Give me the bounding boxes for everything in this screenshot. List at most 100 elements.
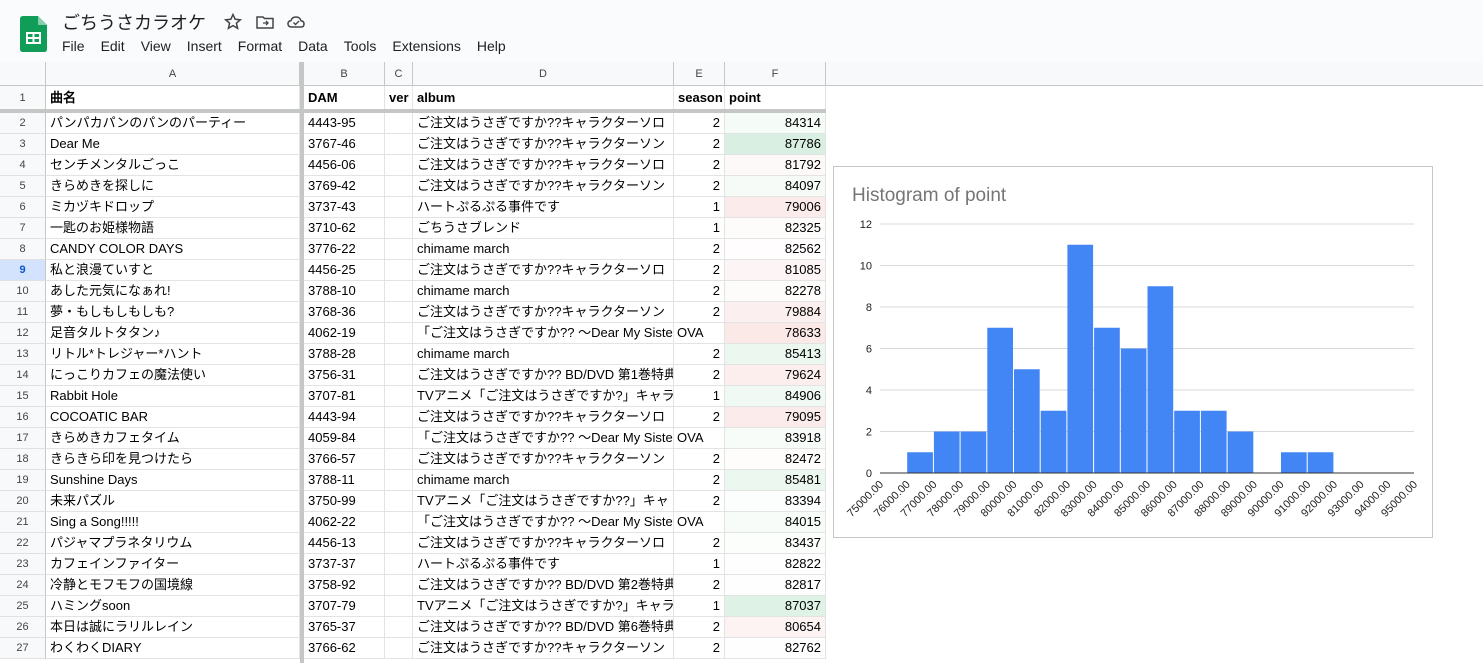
- row-header[interactable]: 26: [0, 617, 46, 638]
- cell-album[interactable]: ご注文はうさぎですか??キャラクターソン: [413, 134, 674, 155]
- cell-dam[interactable]: 3707-81: [304, 386, 385, 407]
- row-header[interactable]: 12: [0, 323, 46, 344]
- cell-album[interactable]: chimame march: [413, 470, 674, 491]
- cell-dam[interactable]: 3756-31: [304, 365, 385, 386]
- cell-title[interactable]: ハミングsoon: [46, 596, 300, 617]
- menu-format[interactable]: Format: [230, 36, 290, 58]
- cell-album[interactable]: ハートぷるぷる事件です: [413, 554, 674, 575]
- cell-season[interactable]: 2: [674, 365, 725, 386]
- row-header[interactable]: 17: [0, 428, 46, 449]
- column-header-b[interactable]: B: [304, 62, 385, 86]
- cell-title[interactable]: リトル*トレジャー*ハント: [46, 344, 300, 365]
- cell-season[interactable]: 2: [674, 176, 725, 197]
- column-header-c[interactable]: C: [385, 62, 413, 86]
- menu-help[interactable]: Help: [469, 36, 514, 58]
- cell-point[interactable]: 82562: [725, 239, 826, 260]
- cell-dam[interactable]: 3767-46: [304, 134, 385, 155]
- row-header[interactable]: 7: [0, 218, 46, 239]
- cell-title[interactable]: 足音タルトタタン♪: [46, 323, 300, 344]
- cell-ver[interactable]: [385, 344, 413, 365]
- cell-album[interactable]: 「ご注文はうさぎですか?? ～Dear My Siste: [413, 323, 674, 344]
- cell-dam[interactable]: 3766-57: [304, 449, 385, 470]
- cell-album[interactable]: 「ご注文はうさぎですか?? ～Dear My Siste: [413, 512, 674, 533]
- cell-season[interactable]: 2: [674, 113, 725, 134]
- row-header[interactable]: 19: [0, 470, 46, 491]
- cell-point[interactable]: 82817: [725, 575, 826, 596]
- cell-album[interactable]: ご注文はうさぎですか??キャラクターソン: [413, 638, 674, 659]
- cell-season[interactable]: 2: [674, 638, 725, 659]
- cell-ver[interactable]: [385, 176, 413, 197]
- column-header-d[interactable]: D: [413, 62, 674, 86]
- cell-album[interactable]: ご注文はうさぎですか??キャラクターソン: [413, 176, 674, 197]
- row-header[interactable]: 1: [0, 86, 46, 110]
- cell-ver[interactable]: [385, 218, 413, 239]
- cell-dam[interactable]: 4062-19: [304, 323, 385, 344]
- cell-album[interactable]: chimame march: [413, 239, 674, 260]
- cell-point[interactable]: 81085: [725, 260, 826, 281]
- row-header[interactable]: 6: [0, 197, 46, 218]
- cell-title[interactable]: CANDY COLOR DAYS: [46, 239, 300, 260]
- cell-ver[interactable]: [385, 470, 413, 491]
- histogram-chart[interactable]: Histogram of point 0 2 4 6 8 10 12 75000.00 7600…: [833, 166, 1433, 538]
- cell-season[interactable]: 2: [674, 281, 725, 302]
- cell-dam[interactable]: 3768-36: [304, 302, 385, 323]
- cell-point[interactable]: 82822: [725, 554, 826, 575]
- column-header-a[interactable]: A: [46, 62, 300, 86]
- row-header[interactable]: 27: [0, 638, 46, 659]
- row-header[interactable]: 2: [0, 113, 46, 134]
- cell-dam[interactable]: 3758-92: [304, 575, 385, 596]
- cell-dam[interactable]: 3737-43: [304, 197, 385, 218]
- cell-ver[interactable]: [385, 323, 413, 344]
- cell-point[interactable]: 79006: [725, 197, 826, 218]
- cell-point[interactable]: 78633: [725, 323, 826, 344]
- cell-season[interactable]: OVA: [674, 323, 725, 344]
- row-header[interactable]: 18: [0, 449, 46, 470]
- cell-dam[interactable]: 3737-37: [304, 554, 385, 575]
- cell-title[interactable]: 夢・もしもしもしも?: [46, 302, 300, 323]
- cell-point[interactable]: 84314: [725, 113, 826, 134]
- row-header[interactable]: 3: [0, 134, 46, 155]
- cell-ver[interactable]: [385, 197, 413, 218]
- cell-dam[interactable]: 4443-95: [304, 113, 385, 134]
- frozen-row-divider[interactable]: [0, 109, 826, 113]
- cell-title[interactable]: Rabbit Hole: [46, 386, 300, 407]
- cell-ver[interactable]: [385, 386, 413, 407]
- cell-point[interactable]: 79095: [725, 407, 826, 428]
- cell-point[interactable]: 85481: [725, 470, 826, 491]
- cell-dam[interactable]: 3765-37: [304, 617, 385, 638]
- menu-view[interactable]: View: [133, 36, 179, 58]
- cell-point[interactable]: 82472: [725, 449, 826, 470]
- row-header[interactable]: 10: [0, 281, 46, 302]
- cell-season[interactable]: 1: [674, 218, 725, 239]
- row-header[interactable]: 4: [0, 155, 46, 176]
- cell-point[interactable]: 84015: [725, 512, 826, 533]
- cell-point[interactable]: 79624: [725, 365, 826, 386]
- cell-album[interactable]: TVアニメ「ご注文はうさぎですか?」キャラ: [413, 596, 674, 617]
- header-season[interactable]: season: [674, 86, 725, 110]
- cell-album[interactable]: ご注文はうさぎですか??キャラクターソン: [413, 449, 674, 470]
- cell-title[interactable]: ミカヅキドロップ: [46, 197, 300, 218]
- cell-ver[interactable]: [385, 554, 413, 575]
- cell-dam[interactable]: 3776-22: [304, 239, 385, 260]
- cell-season[interactable]: 2: [674, 302, 725, 323]
- cell-ver[interactable]: [385, 533, 413, 554]
- cell-season[interactable]: 2: [674, 533, 725, 554]
- cell-ver[interactable]: [385, 596, 413, 617]
- cell-ver[interactable]: [385, 365, 413, 386]
- cell-album[interactable]: ご注文はうさぎですか?? BD/DVD 第6巻特典: [413, 617, 674, 638]
- cell-title[interactable]: Sunshine Days: [46, 470, 300, 491]
- cell-point[interactable]: 82762: [725, 638, 826, 659]
- menu-edit[interactable]: Edit: [93, 36, 133, 58]
- cell-title[interactable]: 本日は誠にラリルレイン: [46, 617, 300, 638]
- cell-ver[interactable]: [385, 407, 413, 428]
- cell-ver[interactable]: [385, 134, 413, 155]
- cell-title[interactable]: パジャマプラネタリウム: [46, 533, 300, 554]
- row-header[interactable]: 25: [0, 596, 46, 617]
- cell-season[interactable]: 2: [674, 617, 725, 638]
- cell-season[interactable]: 2: [674, 239, 725, 260]
- cell-album[interactable]: ご注文はうさぎですか??キャラクターソロ: [413, 260, 674, 281]
- frozen-column-divider[interactable]: [300, 62, 304, 663]
- row-header[interactable]: 11: [0, 302, 46, 323]
- cell-title[interactable]: COCOATIC BAR: [46, 407, 300, 428]
- row-header[interactable]: 9: [0, 260, 46, 281]
